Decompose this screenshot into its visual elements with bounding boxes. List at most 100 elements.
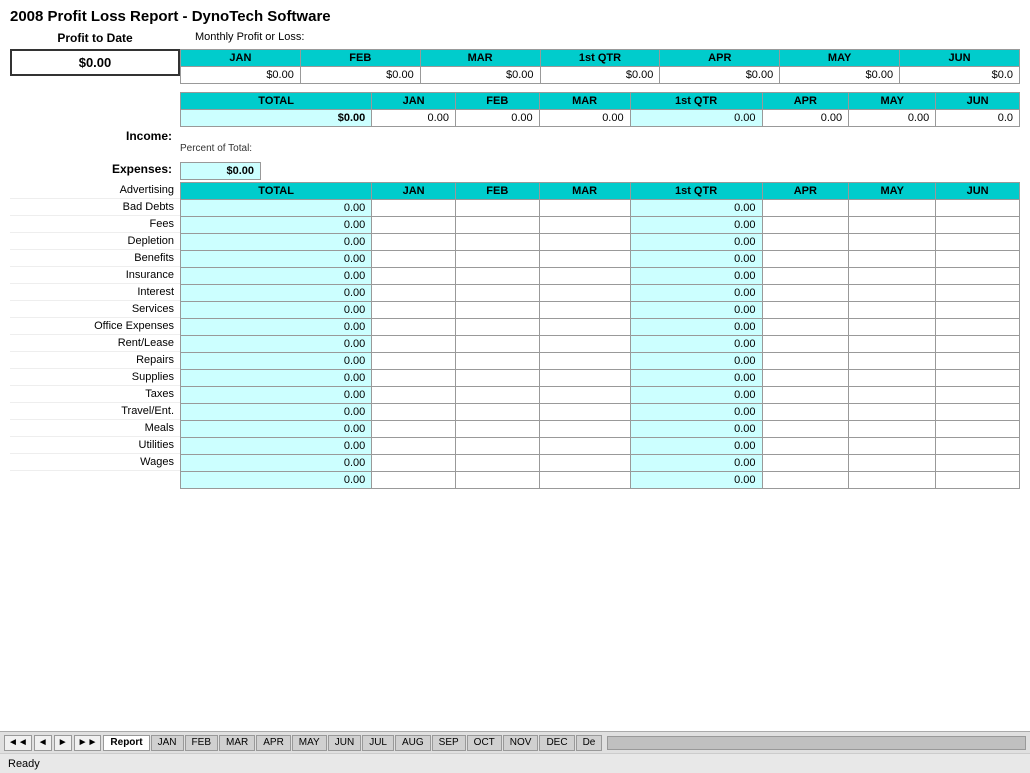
tab-jun[interactable]: JUN [328,735,361,751]
expense-month-cell [372,268,456,285]
tab-jul[interactable]: JUL [362,735,394,751]
expense-qtr-cell: 0.00 [630,404,762,421]
expenses-col-header: JUN [936,183,1020,200]
tab-dec[interactable]: DEC [539,735,574,751]
tab-feb[interactable]: FEB [185,735,218,751]
profit-col-header: FEB [300,50,420,67]
expense-month-cell [849,404,936,421]
expense-data-row: 0.000.00 [181,217,1020,234]
expense-month-cell [849,234,936,251]
nav-last-button[interactable]: ►► [74,735,102,751]
expense-row-label: Meals [10,420,180,437]
profit-value-cell: $0.00 [540,67,660,84]
expense-month-cell [372,251,456,268]
expense-month-cell [936,336,1020,353]
expense-month-cell [455,251,539,268]
expense-month-cell [849,200,936,217]
expense-month-cell [762,472,849,489]
nav-prev-button[interactable]: ◄ [34,735,52,751]
expense-month-cell [372,336,456,353]
expense-month-cell [455,472,539,489]
income-row-cell: 0.00 [762,110,849,127]
expense-month-cell [936,217,1020,234]
expense-month-cell [936,302,1020,319]
expense-month-cell [849,387,936,404]
expense-qtr-cell: 0.00 [630,251,762,268]
expense-data-row: 0.000.00 [181,421,1020,438]
expense-month-cell [762,268,849,285]
profit-col-header: APR [660,50,780,67]
title-text: 2008 Profit Loss Report - DynoTech Softw… [10,8,331,25]
tabs-container: ReportJANFEBMARAPRMAYJUNJULAUGSEPOCTNOVD… [103,735,603,751]
expense-qtr-cell: 0.00 [630,268,762,285]
expense-data-row: 0.000.00 [181,472,1020,489]
expense-qtr-cell: 0.00 [630,200,762,217]
expense-total-cell: 0.00 [181,353,372,370]
income-col-header: 1st QTR [630,93,762,110]
tab-report[interactable]: Report [103,735,149,751]
expense-data-row: 0.000.00 [181,404,1020,421]
profit-value-cell: $0.00 [181,67,301,84]
expense-row-label: Travel/Ent. [10,403,180,420]
expense-month-cell [539,472,630,489]
expense-month-cell [455,438,539,455]
expense-data-row: 0.000.00 [181,438,1020,455]
expense-qtr-cell: 0.00 [630,370,762,387]
expense-month-cell [762,455,849,472]
expense-month-cell [539,387,630,404]
income-row-cell: 0.00 [372,110,456,127]
expense-month-cell [762,319,849,336]
expense-row-label: Interest [10,284,180,301]
tab-sep[interactable]: SEP [432,735,466,751]
expense-month-cell [936,268,1020,285]
expense-row-label: Utilities [10,437,180,454]
profit-to-date-label: Profit to Date [10,31,180,45]
expense-month-cell [762,200,849,217]
expense-month-cell [372,217,456,234]
tab-oct[interactable]: OCT [467,735,502,751]
expense-month-cell [372,438,456,455]
expense-data-row: 0.000.00 [181,370,1020,387]
expense-month-cell [936,421,1020,438]
expense-month-cell [455,302,539,319]
income-row-cell: 0.00 [849,110,936,127]
tab-aug[interactable]: AUG [395,735,431,751]
profit-value-cell: $0.00 [780,67,900,84]
expense-month-cell [455,353,539,370]
expenses-col-header: MAY [849,183,936,200]
expense-month-cell [372,370,456,387]
expense-month-cell [849,472,936,489]
expense-row-label: Insurance [10,267,180,284]
expense-month-cell [849,268,936,285]
monthly-profit-label: Monthly Profit or Loss: [195,31,304,43]
expense-row-label: Taxes [10,386,180,403]
expense-month-cell [455,404,539,421]
tab-nov[interactable]: NOV [503,735,539,751]
expense-qtr-cell: 0.00 [630,455,762,472]
expenses-col-header: 1st QTR [630,183,762,200]
expense-month-cell [936,404,1020,421]
expense-row-label: Services [10,301,180,318]
nav-first-button[interactable]: ◄◄ [4,735,32,751]
expense-qtr-cell: 0.00 [630,285,762,302]
expense-month-cell [455,217,539,234]
tab-jan[interactable]: JAN [151,735,184,751]
tab-mar[interactable]: MAR [219,735,255,751]
expense-total-cell: 0.00 [181,234,372,251]
tab-scrollbar[interactable] [607,736,1026,750]
expenses-col-header: JAN [372,183,456,200]
expense-month-cell [936,200,1020,217]
expense-total-cell: 0.00 [181,472,372,489]
nav-next-button[interactable]: ► [54,735,72,751]
tab-de[interactable]: De [576,735,603,751]
expense-month-cell [762,370,849,387]
expense-qtr-cell: 0.00 [630,387,762,404]
tab-apr[interactable]: APR [256,735,291,751]
percent-of-total: Percent of Total: [180,143,252,154]
expense-data-row: 0.000.00 [181,455,1020,472]
expense-month-cell [762,234,849,251]
expense-month-cell [372,404,456,421]
tab-may[interactable]: MAY [292,735,327,751]
expense-month-cell [849,370,936,387]
expense-month-cell [936,234,1020,251]
